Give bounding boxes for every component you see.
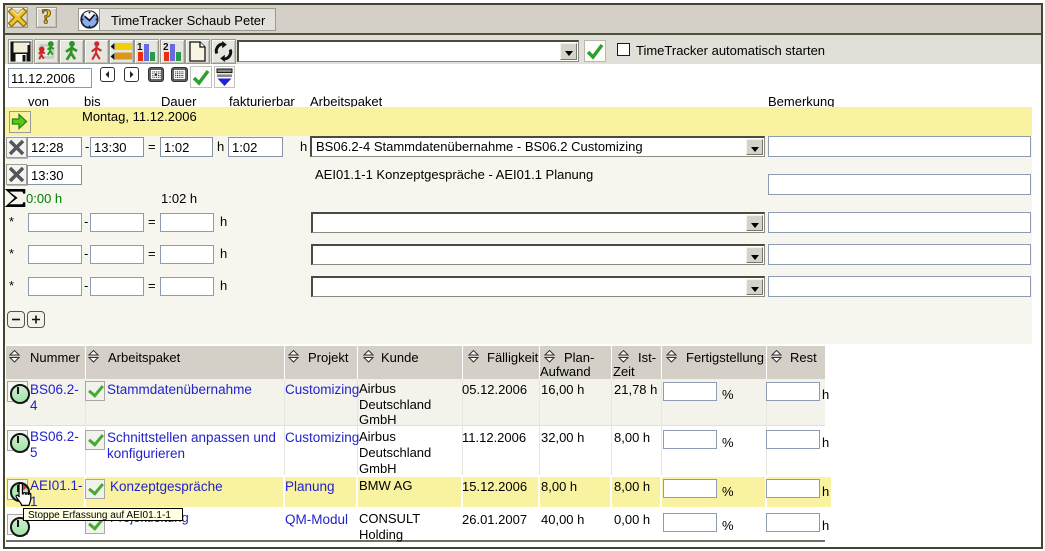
svg-text:1: 1 bbox=[137, 42, 143, 53]
svg-text:?: ? bbox=[41, 8, 52, 27]
svg-text:2: 2 bbox=[163, 42, 169, 53]
